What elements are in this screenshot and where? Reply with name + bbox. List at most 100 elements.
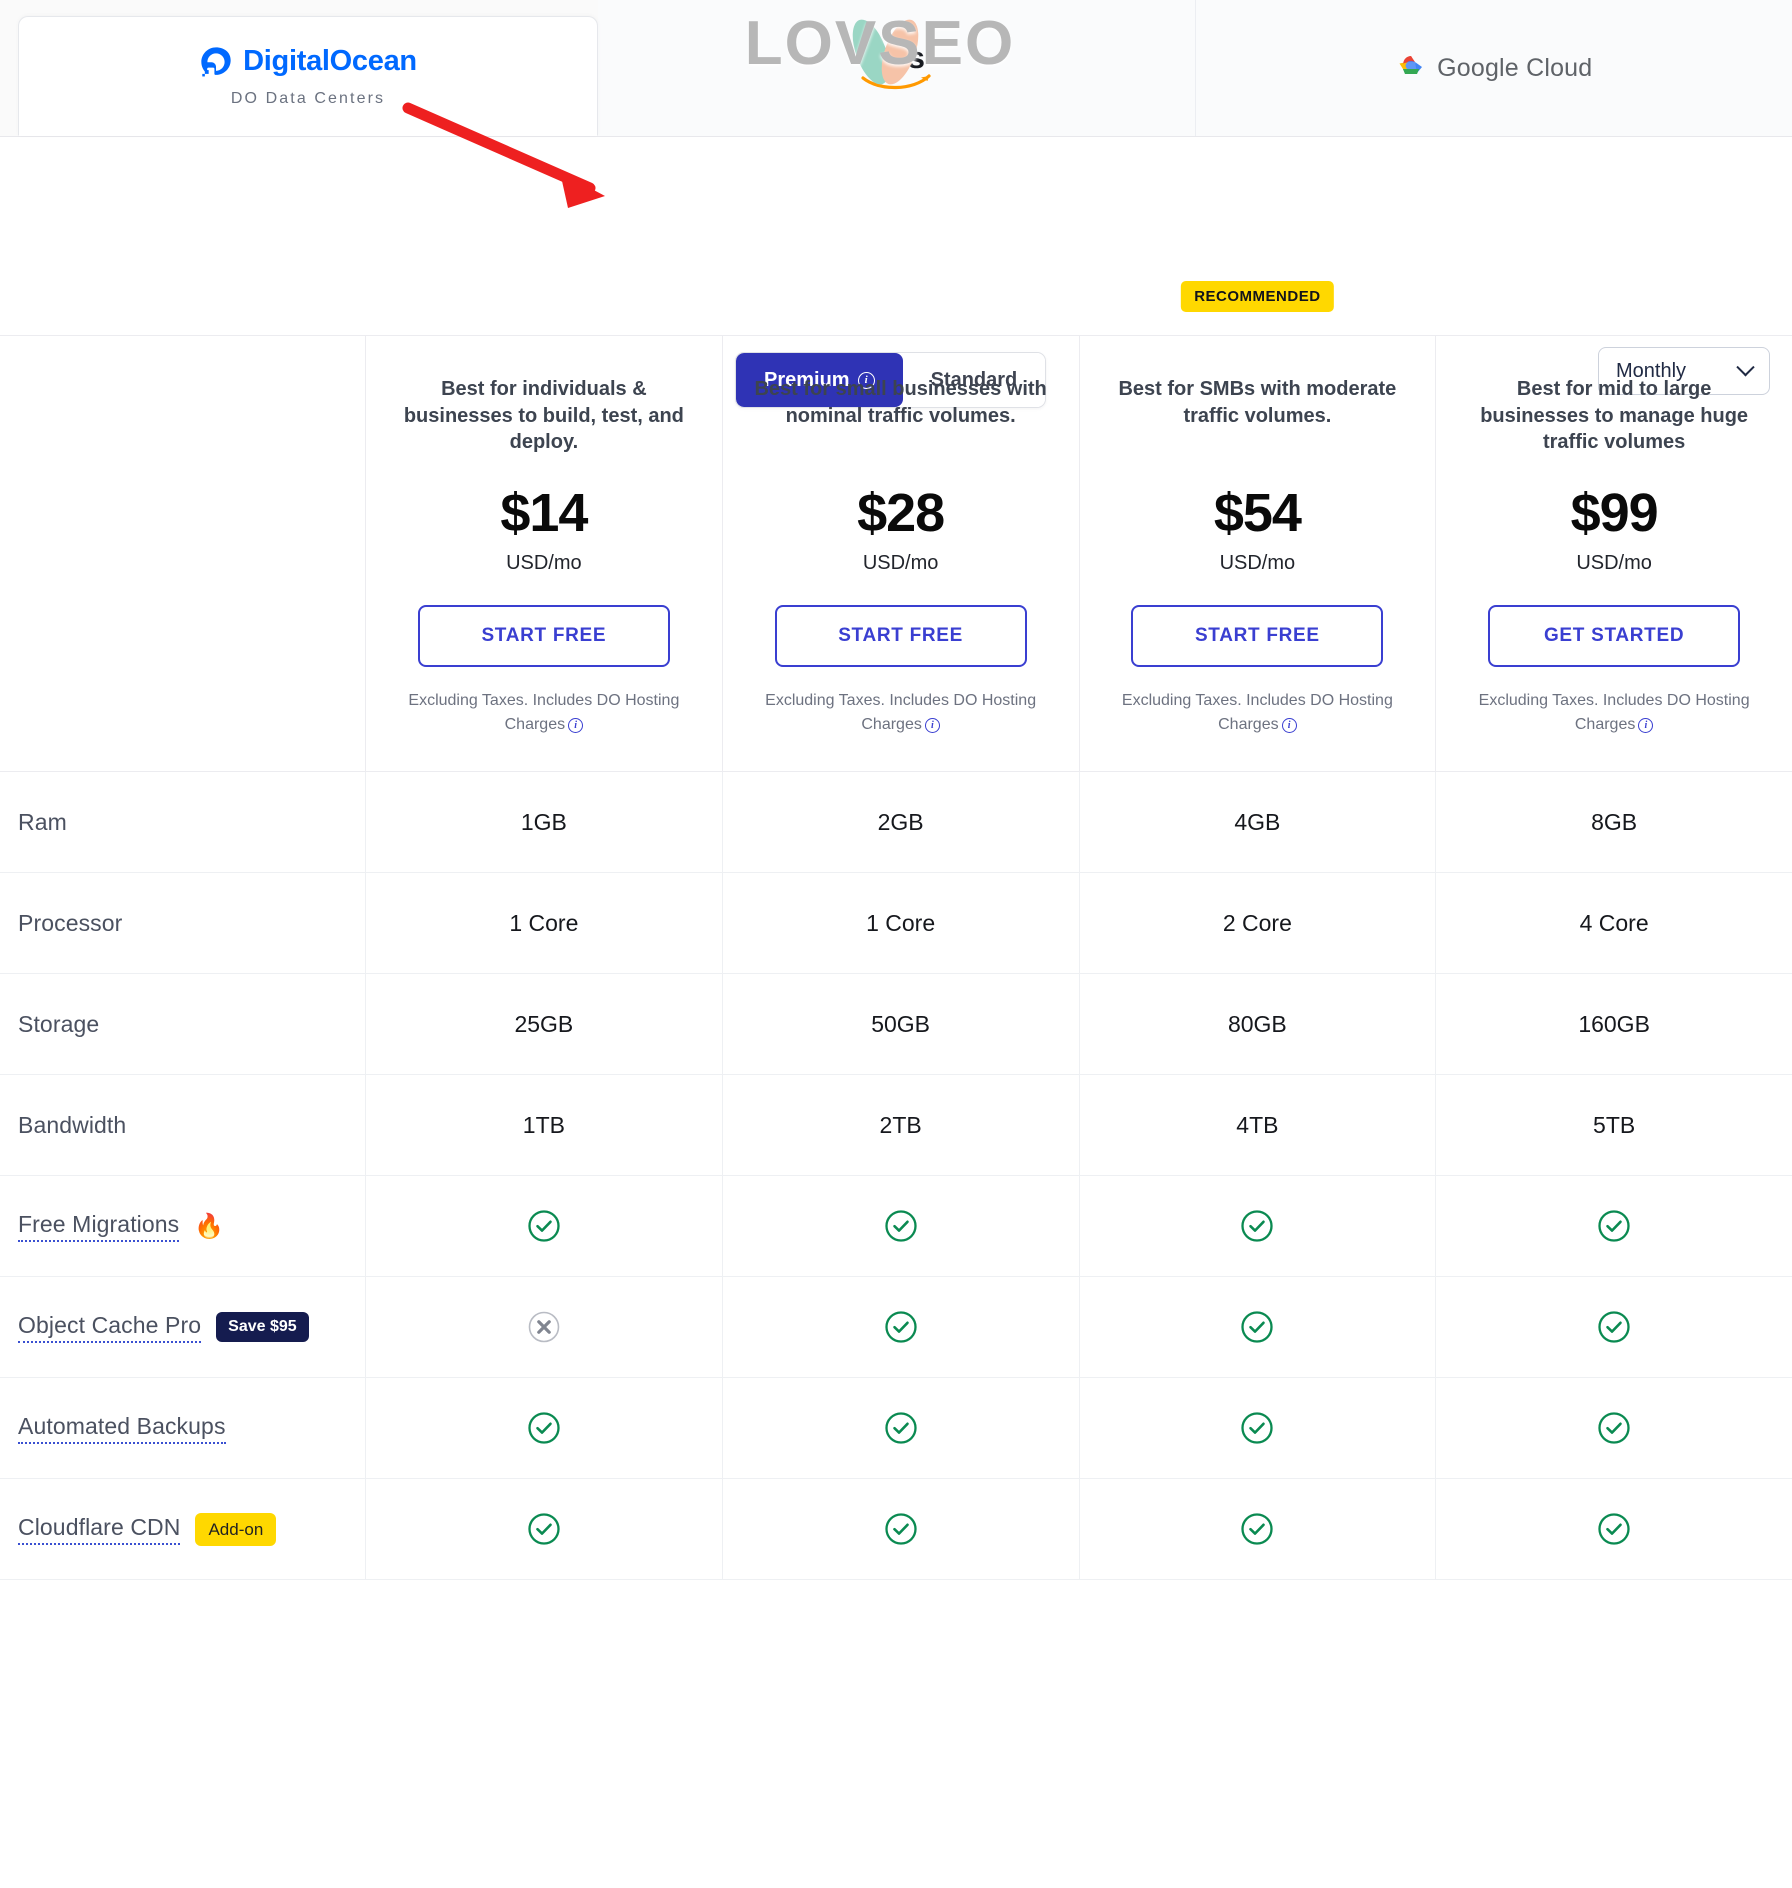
plan-column-3: RECOMMENDED Best for SMBs with moderate … xyxy=(1078,281,1436,771)
feature-value-cell: 25GB xyxy=(365,974,722,1074)
plan-description: Best for SMBs with moderate traffic volu… xyxy=(1118,378,1397,427)
info-icon[interactable]: i xyxy=(568,718,584,733)
provider-tab-bar: DigitalOcean DO Data Centers aws Google … xyxy=(0,0,1792,137)
check-circle-icon xyxy=(884,1210,917,1242)
feature-label-cell: Processor xyxy=(0,873,365,973)
feature-value: 2 Core xyxy=(1222,909,1292,936)
info-icon[interactable]: i xyxy=(924,718,940,733)
feature-value: 25GB xyxy=(514,1010,574,1037)
feature-value-cell xyxy=(1435,1378,1792,1478)
pricing-table-body: Ram 1GB 2GB 4GB 8GB Processor 1 Core 1 Core 2 Co… xyxy=(0,772,1792,1580)
feature-value-cell xyxy=(721,1176,1079,1276)
feature-value-cell: 2GB xyxy=(721,772,1079,872)
feature-value: 1 Core xyxy=(509,909,579,936)
table-row: Storage 25GB 50GB 80GB 160GB xyxy=(0,974,1792,1075)
plan-unit: USD/mo xyxy=(862,552,939,574)
feature-label-cell: Bandwidth xyxy=(0,1075,365,1175)
plan-cta-button[interactable]: START FREE xyxy=(1131,605,1384,667)
info-icon[interactable]: i xyxy=(1281,718,1297,733)
feature-label-cell: Cloudflare CDN Add-on xyxy=(0,1479,365,1579)
plan-column-4: Best for mid to large businesses to mana… xyxy=(1435,336,1792,771)
table-row: Cloudflare CDN Add-on xyxy=(0,1479,1792,1580)
feature-value: 1 Core xyxy=(866,909,936,936)
plan-note: Excluding Taxes. Includes DO Hosting Cha… xyxy=(1106,689,1410,737)
recommended-badge: RECOMMENDED xyxy=(1181,281,1334,312)
table-row: Automated Backups xyxy=(0,1378,1792,1479)
feature-value-cell xyxy=(1078,1378,1436,1478)
plan-price: $14 xyxy=(500,483,588,543)
plan-cta-button[interactable]: START FREE xyxy=(774,605,1027,667)
plan-unit: USD/mo xyxy=(1576,552,1652,574)
plan-price: $54 xyxy=(1213,483,1302,543)
feature-value: 1GB xyxy=(520,808,567,835)
feature-value-cell: 2 Core xyxy=(1078,873,1436,973)
feature-name[interactable]: Cloudflare CDN xyxy=(18,1514,181,1545)
aws-smile-icon xyxy=(861,74,931,89)
check-circle-icon xyxy=(1241,1210,1274,1242)
digitalocean-logo: DigitalOcean xyxy=(199,45,417,79)
feature-label-cell: Automated Backups xyxy=(0,1378,365,1478)
feature-value-cell xyxy=(1078,1277,1436,1377)
feature-value-cell xyxy=(365,1479,722,1579)
feature-name[interactable]: Automated Backups xyxy=(18,1413,226,1444)
feature-name[interactable]: Free Migrations xyxy=(18,1211,180,1242)
annotation-arrow-icon xyxy=(402,102,605,208)
feature-name: Storage xyxy=(18,1010,100,1037)
plan-cta-button[interactable]: GET STARTED xyxy=(1488,605,1741,667)
digitalocean-sublabel: DO Data Centers xyxy=(230,89,386,107)
feature-value-cell xyxy=(721,1378,1079,1478)
aws-wordmark: aws xyxy=(868,40,925,76)
plan-note: Excluding Taxes. Includes DO Hosting Cha… xyxy=(749,689,1053,737)
feature-value: 2TB xyxy=(879,1111,922,1138)
check-circle-icon xyxy=(528,1210,560,1242)
feature-value-cell: 160GB xyxy=(1435,974,1792,1074)
check-circle-icon xyxy=(884,1311,917,1343)
feature-value: 4 Core xyxy=(1579,909,1649,936)
plan-unit: USD/mo xyxy=(1219,552,1296,574)
feature-value-cell: 4TB xyxy=(1078,1075,1436,1175)
google-cloud-wordmark: Google Cloud xyxy=(1437,53,1593,82)
check-circle-icon xyxy=(528,1513,560,1545)
info-icon[interactable]: i xyxy=(1638,718,1654,733)
plan-description: Best for small businesses with nominal t… xyxy=(754,378,1047,427)
feature-label-cell: Ram xyxy=(0,772,365,872)
check-circle-icon xyxy=(1241,1311,1274,1343)
plan-column-2: Best for small businesses with nominal t… xyxy=(721,336,1079,771)
check-circle-icon xyxy=(884,1513,917,1545)
feature-value-cell xyxy=(365,1277,722,1377)
pricing-table-header: Best for individuals & businesses to bui… xyxy=(0,281,1792,772)
feature-badge: Add-on xyxy=(195,1512,277,1546)
feature-value-cell: 4 Core xyxy=(1435,873,1792,973)
table-row: Object Cache Pro Save $95 xyxy=(0,1277,1792,1378)
plan-unit: USD/mo xyxy=(506,552,582,574)
table-row: Bandwidth 1TB 2TB 4TB 5TB xyxy=(0,1075,1792,1176)
feature-value-cell xyxy=(1078,1176,1436,1276)
controls-row: Premium i Standard Monthly xyxy=(0,137,1792,408)
plan-description: Best for individuals & businesses to bui… xyxy=(403,378,684,454)
provider-tab-aws[interactable]: aws xyxy=(598,0,1196,136)
plan-description: Best for mid to large businesses to mana… xyxy=(1480,378,1749,454)
feature-value-cell xyxy=(1078,1479,1436,1579)
plan-cta-button[interactable]: START FREE xyxy=(417,605,670,667)
check-circle-icon xyxy=(1598,1412,1630,1444)
feature-value: 1TB xyxy=(522,1111,565,1138)
plan-note: Excluding Taxes. Includes DO Hosting Cha… xyxy=(392,689,696,737)
provider-tab-google-cloud[interactable]: Google Cloud xyxy=(1195,0,1792,136)
feature-value-cell xyxy=(365,1176,722,1276)
plan-note-text: Excluding Taxes. Includes DO Hosting Cha… xyxy=(1121,692,1393,733)
plan-note-text: Excluding Taxes. Includes DO Hosting Cha… xyxy=(408,692,680,733)
feature-value-cell: 1 Core xyxy=(365,873,722,973)
plan-price: $99 xyxy=(1570,483,1659,543)
table-row: Processor 1 Core 1 Core 2 Core 4 Core xyxy=(0,873,1792,974)
feature-value: 2GB xyxy=(877,808,924,835)
check-circle-icon xyxy=(528,1412,560,1444)
feature-name[interactable]: Object Cache Pro xyxy=(18,1312,202,1343)
google-cloud-mark-icon xyxy=(1399,56,1423,74)
check-circle-icon xyxy=(1598,1513,1630,1545)
feature-label-cell: Storage xyxy=(0,974,365,1074)
feature-value: 4TB xyxy=(1236,1111,1279,1138)
feature-name: Processor xyxy=(18,909,123,936)
feature-value-cell: 5TB xyxy=(1435,1075,1792,1175)
header-spacer xyxy=(0,336,365,771)
feature-name: Bandwidth xyxy=(18,1111,127,1138)
